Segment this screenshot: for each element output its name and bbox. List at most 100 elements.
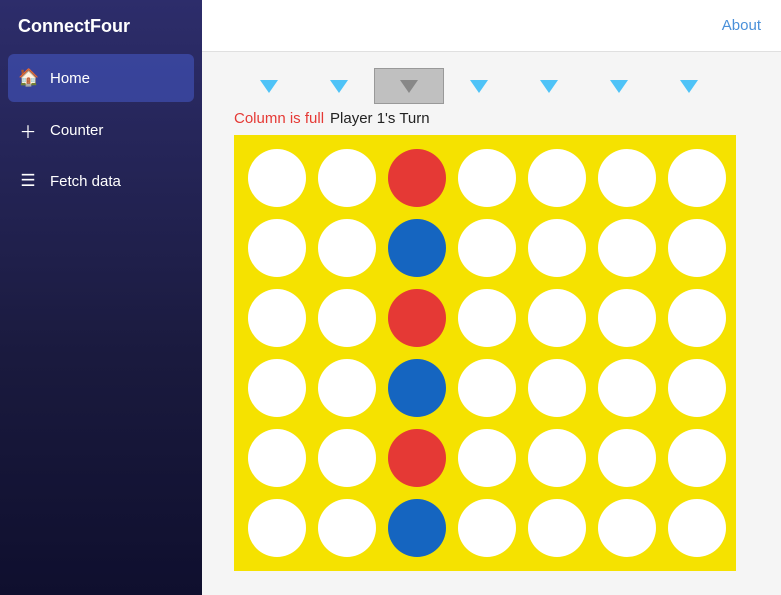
board-cell-25 [522, 353, 592, 423]
board-cell-38 [452, 493, 522, 563]
board-cell-6 [662, 143, 732, 213]
plus-icon: ＋ [18, 118, 38, 143]
disc-empty-28 [248, 429, 306, 487]
column-arrows-row [234, 68, 757, 104]
board-cell-27 [662, 353, 732, 423]
column-arrow-5[interactable] [584, 68, 654, 104]
column-arrow-3[interactable] [444, 68, 514, 104]
disc-empty-29 [318, 429, 376, 487]
disc-empty-17 [458, 289, 516, 347]
board-cell-29 [312, 423, 382, 493]
board-cell-32 [522, 423, 592, 493]
board-cell-15 [312, 283, 382, 353]
disc-empty-1 [318, 149, 376, 207]
board-cell-26 [592, 353, 662, 423]
column-arrow-2[interactable] [374, 68, 444, 104]
board-cell-7 [242, 213, 312, 283]
board-cell-0 [242, 143, 312, 213]
disc-empty-40 [598, 499, 656, 557]
disc-empty-5 [598, 149, 656, 207]
column-full-message: Column is full [234, 110, 324, 127]
about-link[interactable]: About [722, 17, 761, 34]
disc-empty-19 [598, 289, 656, 347]
disc-empty-25 [528, 359, 586, 417]
sidebar: ConnectFour 🏠 Home ＋ Counter ☰ Fetch dat… [0, 0, 202, 595]
board-cell-37 [382, 493, 452, 563]
disc-empty-32 [528, 429, 586, 487]
board-cell-18 [522, 283, 592, 353]
home-icon: 🏠 [18, 68, 38, 88]
board-cell-4 [522, 143, 592, 213]
topbar: About [202, 0, 781, 52]
disc-empty-7 [248, 219, 306, 277]
board-cell-14 [242, 283, 312, 353]
content-area: Column is full Player 1's Turn [202, 52, 781, 595]
board-cell-20 [662, 283, 732, 353]
board-cell-10 [452, 213, 522, 283]
disc-empty-15 [318, 289, 376, 347]
disc-empty-3 [458, 149, 516, 207]
sidebar-item-fetch-data-label: Fetch data [50, 173, 121, 190]
column-arrow-4[interactable] [514, 68, 584, 104]
disc-empty-34 [668, 429, 726, 487]
disc-red-16 [388, 289, 446, 347]
list-icon: ☰ [18, 171, 38, 191]
board-cell-24 [452, 353, 522, 423]
board-cell-3 [452, 143, 522, 213]
sidebar-item-counter[interactable]: ＋ Counter [0, 104, 202, 157]
column-arrow-0[interactable] [234, 68, 304, 104]
disc-empty-21 [248, 359, 306, 417]
disc-red-30 [388, 429, 446, 487]
disc-blue-23 [388, 359, 446, 417]
board-cell-21 [242, 353, 312, 423]
disc-empty-33 [598, 429, 656, 487]
disc-empty-22 [318, 359, 376, 417]
board-cell-31 [452, 423, 522, 493]
column-arrow-6[interactable] [654, 68, 724, 104]
turn-message: Player 1's Turn [330, 110, 430, 127]
sidebar-item-home[interactable]: 🏠 Home [8, 54, 194, 102]
board-cell-36 [312, 493, 382, 563]
status-row: Column is full Player 1's Turn [234, 110, 757, 127]
disc-empty-0 [248, 149, 306, 207]
disc-blue-9 [388, 219, 446, 277]
disc-empty-11 [528, 219, 586, 277]
disc-empty-14 [248, 289, 306, 347]
column-arrow-1[interactable] [304, 68, 374, 104]
disc-empty-36 [318, 499, 376, 557]
board-cell-35 [242, 493, 312, 563]
disc-empty-4 [528, 149, 586, 207]
disc-blue-37 [388, 499, 446, 557]
board-cell-11 [522, 213, 592, 283]
sidebar-item-fetch-data[interactable]: ☰ Fetch data [0, 157, 202, 205]
board-cell-28 [242, 423, 312, 493]
disc-empty-41 [668, 499, 726, 557]
board-cell-33 [592, 423, 662, 493]
disc-empty-39 [528, 499, 586, 557]
board-cell-22 [312, 353, 382, 423]
board-cell-9 [382, 213, 452, 283]
disc-red-2 [388, 149, 446, 207]
board-cell-8 [312, 213, 382, 283]
disc-empty-38 [458, 499, 516, 557]
disc-empty-18 [528, 289, 586, 347]
board-cell-30 [382, 423, 452, 493]
disc-empty-24 [458, 359, 516, 417]
disc-empty-26 [598, 359, 656, 417]
board-cell-39 [522, 493, 592, 563]
board-cell-1 [312, 143, 382, 213]
disc-empty-31 [458, 429, 516, 487]
game-board [234, 135, 736, 571]
board-cell-2 [382, 143, 452, 213]
disc-empty-20 [668, 289, 726, 347]
board-cell-34 [662, 423, 732, 493]
sidebar-item-home-label: Home [50, 70, 90, 87]
disc-empty-13 [668, 219, 726, 277]
disc-empty-6 [668, 149, 726, 207]
disc-empty-35 [248, 499, 306, 557]
disc-empty-27 [668, 359, 726, 417]
sidebar-item-counter-label: Counter [50, 122, 103, 139]
board-cell-23 [382, 353, 452, 423]
main-area: About Column is full Player 1's Turn [202, 0, 781, 595]
board-cell-17 [452, 283, 522, 353]
